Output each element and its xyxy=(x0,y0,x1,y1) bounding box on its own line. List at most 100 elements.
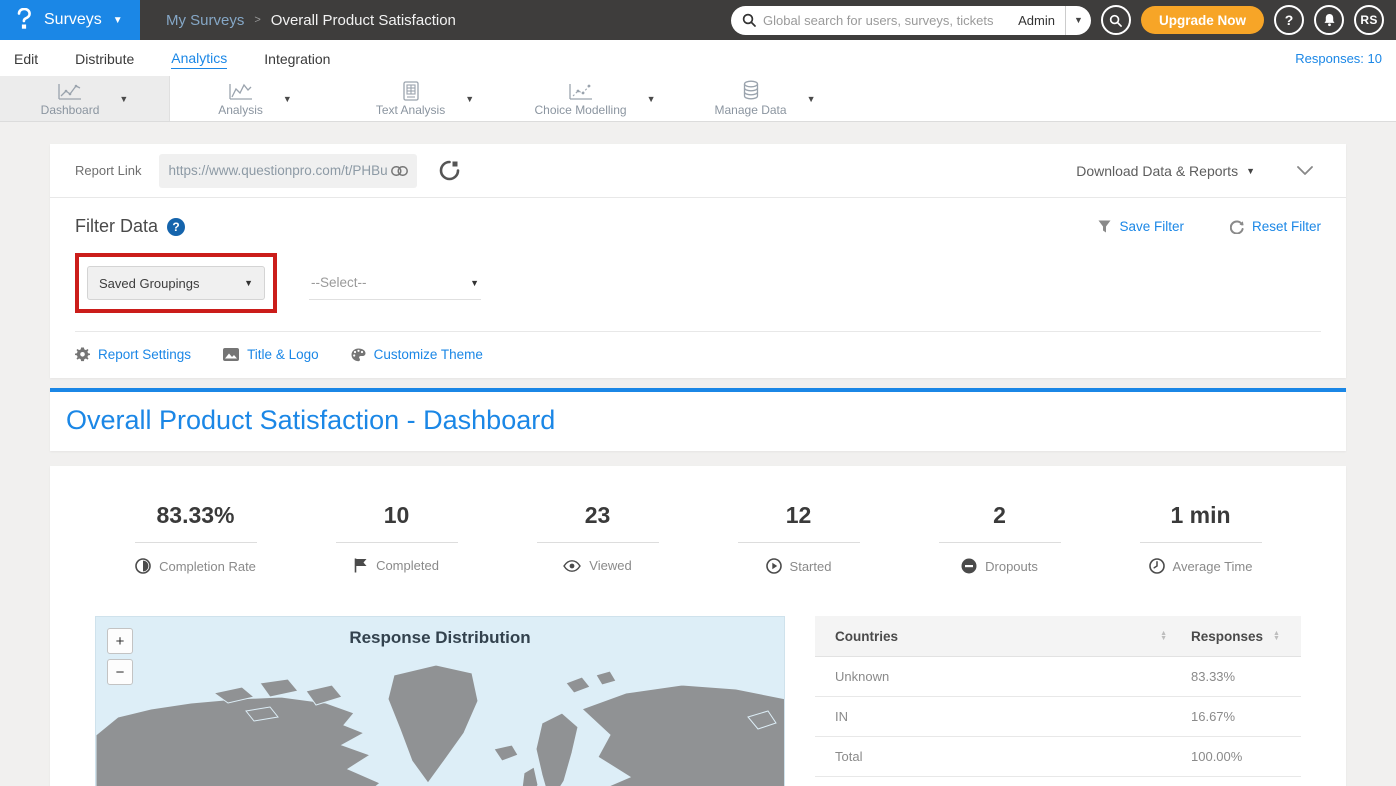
download-data-reports-button[interactable]: Download Data & Reports xyxy=(1076,163,1238,179)
upgrade-now-button[interactable]: Upgrade Now xyxy=(1141,6,1264,34)
stat-completion-rate: 83.33% Completion Rate xyxy=(95,502,296,574)
product-switcher[interactable]: Surveys ▼ xyxy=(0,0,140,40)
product-name: Surveys xyxy=(44,11,102,29)
download-caret-icon: ▼ xyxy=(1246,166,1255,176)
breadcrumb: My Surveys > Overall Product Satisfactio… xyxy=(166,12,456,29)
table-row-total: Total 100.00% xyxy=(815,737,1301,777)
top-navbar: Surveys ▼ My Surveys > Overall Product S… xyxy=(0,0,1396,40)
report-edit-icon[interactable] xyxy=(439,160,460,181)
user-avatar[interactable]: RS xyxy=(1354,5,1384,35)
trend-chart-icon xyxy=(228,82,254,101)
tab-dashboard-label: Dashboard xyxy=(41,103,100,117)
report-settings-link[interactable]: Report Settings xyxy=(75,347,191,362)
survey-nav-analytics[interactable]: Analytics xyxy=(171,48,227,69)
filter-help-icon[interactable]: ? xyxy=(167,218,185,236)
breadcrumb-my-surveys[interactable]: My Surveys xyxy=(166,12,244,29)
flag-icon xyxy=(354,558,368,573)
report-link-field xyxy=(159,154,417,188)
report-row-right: Download Data & Reports ▼ xyxy=(1076,163,1321,179)
survey-nav-edit[interactable]: Edit xyxy=(14,49,38,67)
charts-row: Response Distribution + − xyxy=(95,616,1301,786)
world-map xyxy=(96,657,785,786)
search-icon xyxy=(1109,14,1122,27)
database-icon xyxy=(742,80,760,101)
tab-analysis[interactable]: Analysis ▼ xyxy=(170,76,340,121)
reset-filter-button[interactable]: Reset Filter xyxy=(1230,219,1321,234)
responses-count: Responses: 10 xyxy=(1295,51,1382,66)
tab-text-analysis-label: Text Analysis xyxy=(376,103,445,117)
questionpro-logo xyxy=(13,8,35,32)
table-row-in: IN 16.67% xyxy=(815,697,1301,737)
map-zoom-in-button[interactable]: + xyxy=(107,628,133,654)
search-icon xyxy=(742,13,756,27)
survey-nav-integration[interactable]: Integration xyxy=(264,49,330,67)
survey-nav: Edit Distribute Analytics Integration Re… xyxy=(0,40,1396,76)
save-filter-button[interactable]: Save Filter xyxy=(1098,219,1184,234)
highlight-red-box: Saved Groupings ▼ xyxy=(75,253,277,313)
navbar-right-cluster: Admin ▼ Upgrade Now ? RS xyxy=(731,5,1396,35)
tab-dashboard[interactable]: Dashboard ▼ xyxy=(0,76,170,121)
report-link-label: Report Link xyxy=(75,163,141,178)
map-title: Response Distribution xyxy=(96,628,784,648)
image-icon xyxy=(223,348,239,361)
breadcrumb-current-survey: Overall Product Satisfaction xyxy=(271,12,456,29)
report-link-input[interactable] xyxy=(168,163,391,178)
saved-groupings-dropdown[interactable]: Saved Groupings ▼ xyxy=(87,266,265,300)
bell-icon xyxy=(1323,13,1336,27)
filter-section: Filter Data ? Save Filter Reset Filter xyxy=(50,198,1346,378)
line-chart-icon xyxy=(57,82,83,101)
tab-text-analysis[interactable]: Text Analysis ▼ xyxy=(340,76,510,121)
clock-icon xyxy=(1149,558,1165,574)
tab-choice-modelling[interactable]: Choice Modelling ▼ xyxy=(510,76,680,121)
product-caret-icon: ▼ xyxy=(113,15,123,26)
countries-header-label: Countries xyxy=(835,629,898,644)
table-row-unknown: Unknown 83.33% xyxy=(815,657,1301,697)
map-zoom-controls: + − xyxy=(107,628,133,685)
stat-started: 12 Started xyxy=(698,502,899,574)
tab-analysis-label: Analysis xyxy=(218,103,263,117)
tab-manage-data-label: Manage Data xyxy=(715,103,787,117)
tab-choice-modelling-caret-icon[interactable]: ▼ xyxy=(647,94,656,104)
stat-viewed: 23 Viewed xyxy=(497,502,698,574)
global-search: Admin ▼ xyxy=(731,6,1091,35)
main-content: Report Link Download Data & Reports ▼ Fi… xyxy=(0,122,1396,786)
collapse-chevron-icon[interactable] xyxy=(1297,166,1313,175)
tab-dashboard-caret-icon[interactable]: ▼ xyxy=(119,94,128,104)
reset-icon xyxy=(1230,220,1244,234)
report-link-row: Report Link Download Data & Reports ▼ xyxy=(50,144,1346,198)
dropdown-caret-icon: ▼ xyxy=(244,278,253,288)
search-scope-label: Admin xyxy=(1008,13,1065,28)
global-search-input[interactable] xyxy=(763,13,1008,28)
tab-manage-data-caret-icon[interactable]: ▼ xyxy=(807,94,816,104)
tab-analysis-caret-icon[interactable]: ▼ xyxy=(283,94,292,104)
report-settings-row: Report Settings Title & Logo Customize T… xyxy=(75,332,1321,378)
sort-responses-icon[interactable]: ▲▼ xyxy=(1273,631,1280,641)
dashboard-card: 83.33% Completion Rate 10 Completed 23 xyxy=(50,466,1346,786)
question-mark-icon: ? xyxy=(1285,12,1294,28)
countries-table-header: Countries ▲▼ Responses ▲▼ xyxy=(815,616,1301,657)
customize-theme-link[interactable]: Customize Theme xyxy=(351,347,483,362)
tab-choice-modelling-label: Choice Modelling xyxy=(535,103,627,117)
search-scope-dropdown[interactable]: ▼ xyxy=(1065,6,1091,35)
eye-icon xyxy=(563,560,581,572)
search-submit-button[interactable] xyxy=(1101,5,1131,35)
notifications-button[interactable] xyxy=(1314,5,1344,35)
tab-manage-data[interactable]: Manage Data ▼ xyxy=(680,76,850,121)
help-button[interactable]: ? xyxy=(1274,5,1304,35)
sort-countries-icon[interactable]: ▲▼ xyxy=(1160,631,1167,641)
filter-data-title: Filter Data xyxy=(75,216,158,237)
map-zoom-out-button[interactable]: − xyxy=(107,659,133,685)
filter-select-dropdown[interactable]: --Select-- ▼ xyxy=(309,266,481,300)
palette-icon xyxy=(351,348,366,362)
survey-nav-distribute[interactable]: Distribute xyxy=(75,49,134,67)
stat-average-time: 1 min Average Time xyxy=(1100,502,1301,574)
page-title: Overall Product Satisfaction - Dashboard xyxy=(66,405,1330,436)
breadcrumb-separator-icon: > xyxy=(254,14,260,26)
minus-circle-icon xyxy=(961,558,977,574)
tab-text-analysis-caret-icon[interactable]: ▼ xyxy=(465,94,474,104)
report-filter-card: Report Link Download Data & Reports ▼ Fi… xyxy=(50,144,1346,378)
play-circle-icon xyxy=(766,558,782,574)
link-icon[interactable] xyxy=(391,166,408,176)
response-distribution-map[interactable]: Response Distribution + − xyxy=(95,616,785,786)
title-logo-link[interactable]: Title & Logo xyxy=(223,347,319,362)
